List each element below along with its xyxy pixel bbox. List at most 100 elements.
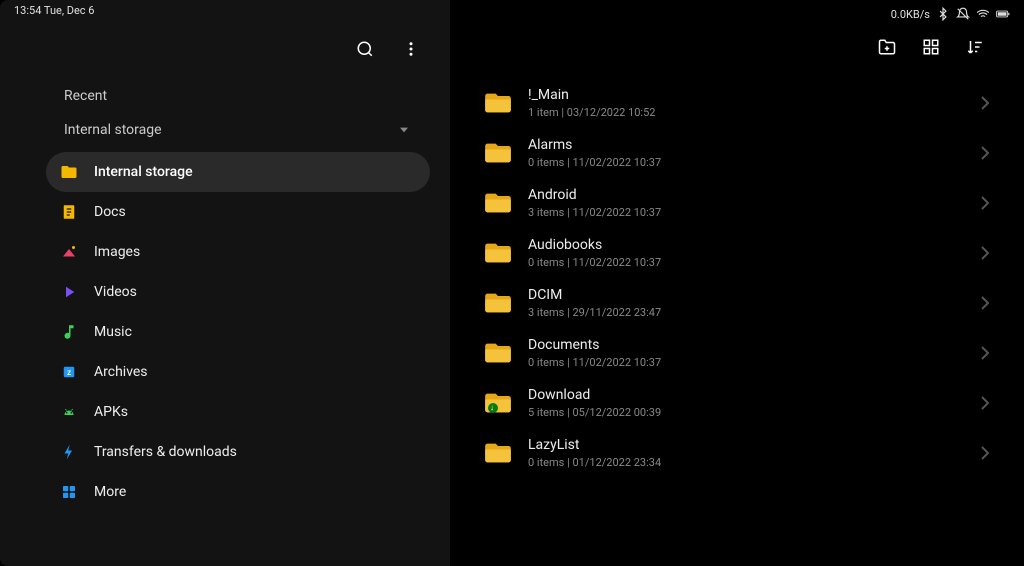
battery-icon [996,7,1010,21]
folder-meta: 3 items | 11/02/2022 10:37 [528,206,964,219]
folder-row[interactable]: !_Main 1 item | 03/12/2022 10:52 [470,78,1004,128]
bluetooth-icon [936,7,950,21]
nav-item-label: APKs [94,404,128,420]
folder-meta: 1 item | 03/12/2022 10:52 [528,106,964,119]
folder-name: Alarms [528,137,964,153]
more-vertical-icon [402,40,420,58]
folder-icon [60,163,78,181]
nav-docs[interactable]: Docs [46,192,430,232]
folder-info: Android 3 items | 11/02/2022 10:37 [528,187,964,219]
chevron-right-icon [980,145,990,161]
main-content: !_Main 1 item | 03/12/2022 10:52 Alarms 0 i… [450,0,1024,566]
nav-item-label: More [94,484,126,500]
folder-name: DCIM [528,287,964,303]
folder-info: Alarms 0 items | 11/02/2022 10:37 [528,137,964,169]
new-folder-icon [878,38,896,56]
nav-more[interactable]: More [46,472,430,512]
wifi-icon [976,7,990,21]
chevron-right-icon [980,245,990,261]
nav-transfers[interactable]: Transfers & downloads [46,432,430,472]
sort-button[interactable] [966,38,984,60]
folder-row[interactable]: Android 3 items | 11/02/2022 10:37 [470,178,1004,228]
folder-info: DCIM 3 items | 29/11/2022 23:47 [528,287,964,319]
recent-section[interactable]: Recent [0,78,450,114]
chevron-right-icon [980,345,990,361]
new-folder-button[interactable] [878,38,896,60]
docs-icon [60,203,78,221]
chevron-right-icon [980,445,990,461]
folder-icon [484,391,512,415]
folder-meta: 0 items | 11/02/2022 10:37 [528,256,964,269]
nav-images[interactable]: Images [46,232,430,272]
folder-name: !_Main [528,87,964,103]
more-options-button[interactable] [402,40,420,62]
status-time: 13:54 Tue, Dec 6 [14,4,94,24]
images-icon [60,243,78,261]
chevron-right-icon [980,95,990,111]
folder-meta: 0 items | 11/02/2022 10:37 [528,156,964,169]
folder-info: Download 5 items | 05/12/2022 00:39 [528,387,964,419]
chevron-right-icon [980,195,990,211]
chevron-right-icon [980,295,990,311]
folder-row[interactable]: LazyList 0 items | 01/12/2022 23:34 [470,428,1004,478]
folder-info: Audiobooks 0 items | 11/02/2022 10:37 [528,237,964,269]
folder-row[interactable]: Audiobooks 0 items | 11/02/2022 10:37 [470,228,1004,278]
nav-music[interactable]: Music [46,312,430,352]
folder-icon [484,91,512,115]
search-button[interactable] [356,40,374,62]
nav-internal-storage[interactable]: Internal storage [46,152,430,192]
nav-apks[interactable]: APKs [46,392,430,432]
folder-list: !_Main 1 item | 03/12/2022 10:52 Alarms 0 i… [450,74,1024,566]
folder-icon [484,241,512,265]
sort-icon [966,38,984,56]
folder-info: Documents 0 items | 11/02/2022 10:37 [528,337,964,369]
folder-name: Audiobooks [528,237,964,253]
folder-meta: 0 items | 01/12/2022 23:34 [528,456,964,469]
folder-meta: 3 items | 29/11/2022 23:47 [528,306,964,319]
dnd-icon [956,7,970,21]
transfers-icon [60,443,78,461]
folder-row[interactable]: DCIM 3 items | 29/11/2022 23:47 [470,278,1004,328]
folder-icon [484,191,512,215]
archives-icon: Z [60,363,78,381]
status-bar: 13:54 Tue, Dec 6 0.0KB/s [0,0,1024,24]
svg-text:Z: Z [67,369,71,377]
nav-list: Internal storage Docs Images Videos [0,146,450,512]
storage-dropdown[interactable]: Internal storage [0,114,450,146]
chevron-right-icon [980,395,990,411]
folder-name: LazyList [528,437,964,453]
nav-item-label: Images [94,244,140,260]
nav-item-label: Docs [94,204,126,220]
folder-name: Download [528,387,964,403]
search-icon [356,40,374,58]
folder-icon [484,341,512,365]
folder-icon [484,441,512,465]
status-icons: 0.0KB/s [891,4,1010,24]
apks-icon [60,403,78,421]
folder-name: Android [528,187,964,203]
more-icon [60,483,78,501]
dropdown-caret-icon [400,126,408,134]
folder-meta: 0 items | 11/02/2022 10:37 [528,356,964,369]
folder-icon [484,291,512,315]
folder-meta: 5 items | 05/12/2022 00:39 [528,406,964,419]
sidebar: Recent Internal storage Internal storage… [0,0,450,566]
nav-archives[interactable]: Z Archives [46,352,430,392]
nav-videos[interactable]: Videos [46,272,430,312]
network-speed: 0.0KB/s [891,8,930,21]
folder-row[interactable]: Documents 0 items | 11/02/2022 10:37 [470,328,1004,378]
folder-info: !_Main 1 item | 03/12/2022 10:52 [528,87,964,119]
folder-row[interactable]: Alarms 0 items | 11/02/2022 10:37 [470,128,1004,178]
folder-row[interactable]: Download 5 items | 05/12/2022 00:39 [470,378,1004,428]
folder-icon [484,141,512,165]
folder-name: Documents [528,337,964,353]
grid-icon [922,38,940,56]
videos-icon [60,283,78,301]
nav-item-label: Archives [94,364,148,380]
folder-info: LazyList 0 items | 01/12/2022 23:34 [528,437,964,469]
view-grid-button[interactable] [922,38,940,60]
storage-dropdown-label: Internal storage [64,122,162,138]
nav-item-label: Videos [94,284,137,300]
nav-item-label: Transfers & downloads [94,444,237,460]
music-icon [60,323,78,341]
